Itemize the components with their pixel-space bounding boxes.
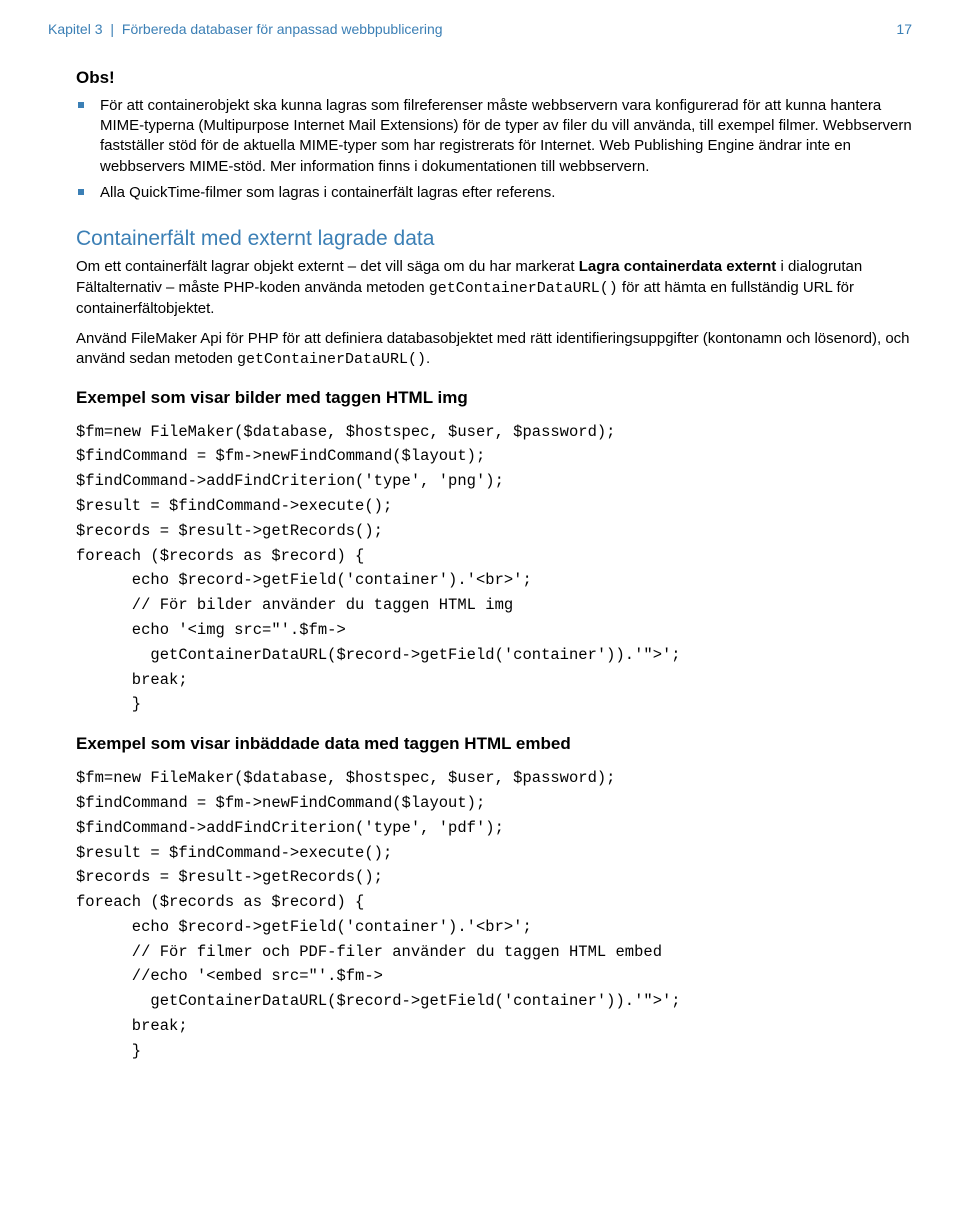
- page-header: Kapitel 3 | Förbereda databaser för anpa…: [48, 20, 912, 39]
- bullet-list: För att containerobjekt ska kunna lagras…: [76, 96, 912, 203]
- list-item-text: Alla QuickTime-filmer som lagras i conta…: [100, 184, 555, 201]
- list-item: För att containerobjekt ska kunna lagras…: [98, 96, 912, 177]
- paragraph: Använd FileMaker Api för PHP för att def…: [76, 329, 912, 371]
- example-heading: Exempel som visar inbäddade data med tag…: [76, 733, 912, 756]
- header-chapter: Kapitel 3: [48, 21, 102, 37]
- paragraph: Om ett containerfält lagrar objekt exter…: [76, 257, 912, 319]
- section-heading: Containerfält med externt lagrade data: [76, 225, 912, 253]
- inline-code: getContainerDataURL(): [429, 280, 618, 297]
- list-item-text: För att containerobjekt ska kunna lagras…: [100, 97, 912, 175]
- list-item: Alla QuickTime-filmer som lagras i conta…: [98, 183, 912, 203]
- paragraph-bold: Lagra containerdata externt: [579, 258, 777, 275]
- header-title: Förbereda databaser för anpassad webbpub…: [122, 21, 443, 37]
- code-block: $fm=new FileMaker($database, $hostspec, …: [76, 420, 912, 718]
- code-block: $fm=new FileMaker($database, $hostspec, …: [76, 766, 912, 1064]
- header-divider: |: [106, 21, 118, 37]
- example-heading: Exempel som visar bilder med taggen HTML…: [76, 387, 912, 410]
- inline-code: getContainerDataURL(): [237, 351, 426, 368]
- note-heading: Obs!: [76, 67, 912, 90]
- page-number: 17: [896, 20, 912, 39]
- paragraph-text: .: [426, 350, 430, 367]
- paragraph-text: Om ett containerfält lagrar objekt exter…: [76, 258, 579, 275]
- paragraph-text: Använd FileMaker Api för PHP för att def…: [76, 330, 910, 367]
